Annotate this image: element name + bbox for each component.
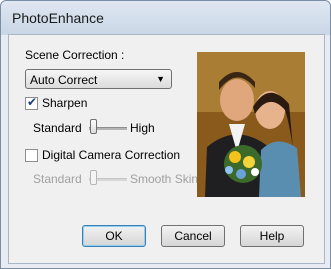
scene-correction-label: Scene Correction : <box>25 48 125 62</box>
sharpen-label: Sharpen <box>42 96 88 110</box>
window-title: PhotoEnhance <box>12 10 104 26</box>
dropdown-arrow-icon: ▼ <box>156 74 165 84</box>
sharpen-slider-thumb[interactable] <box>90 119 97 134</box>
scene-correction-value: Auto Correct <box>30 73 98 87</box>
sharpen-min-label: Standard <box>33 121 82 135</box>
checkmark-icon: ✔ <box>27 95 38 109</box>
dcc-slider-thumb <box>90 170 97 185</box>
digital-camera-correction-checkbox[interactable] <box>25 149 38 162</box>
ok-button[interactable]: OK <box>82 225 146 247</box>
photoenhance-dialog: PhotoEnhance Scene Correction : Auto Cor… <box>0 0 331 269</box>
title-bar: PhotoEnhance <box>1 1 330 35</box>
help-button[interactable]: Help <box>240 225 304 247</box>
cancel-button[interactable]: Cancel <box>161 225 225 247</box>
preview-image <box>197 52 305 197</box>
dialog-body: Scene Correction : Auto Correct ▼ ✔ Shar… <box>8 34 325 264</box>
digital-camera-correction-label: Digital Camera Correction <box>42 148 181 162</box>
scene-correction-dropdown[interactable]: Auto Correct ▼ <box>25 69 172 89</box>
sharpen-checkbox[interactable]: ✔ <box>25 95 38 110</box>
dcc-min-label: Standard <box>33 172 82 186</box>
sharpen-max-label: High <box>130 121 155 135</box>
couple-with-flowers-image <box>197 52 305 197</box>
dcc-max-label: Smooth Skin <box>130 172 199 186</box>
